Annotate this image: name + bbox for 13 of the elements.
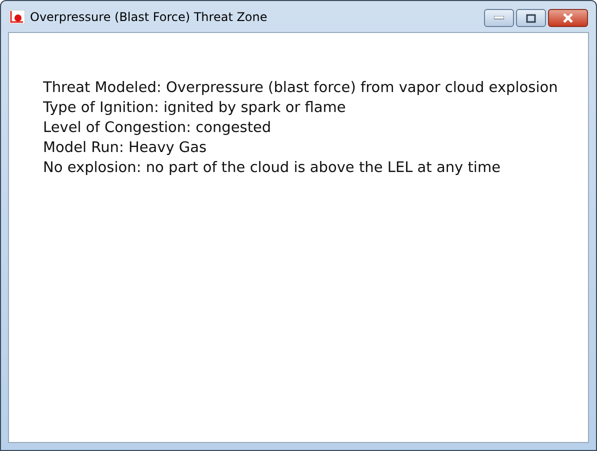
close-icon (562, 13, 574, 23)
close-button[interactable] (548, 9, 588, 27)
info-line: No explosion: no part of the cloud is above the LEL at any time (43, 159, 502, 178)
info-line: Model Run: Heavy Gas (43, 139, 208, 158)
minimize-icon (494, 16, 504, 20)
info-line: Type of Ignition: ignited by spark or flame (43, 99, 347, 118)
app-icon (9, 10, 25, 24)
window-title: Overpressure (Blast Force) Threat Zone (30, 10, 268, 24)
info-line: Level of Congestion: congested (43, 119, 272, 138)
info-line: Threat Modeled: Overpressure (blast force) from vapor cloud explosion (43, 79, 559, 98)
maximize-icon (526, 14, 536, 22)
minimize-button[interactable] (484, 9, 514, 27)
maximize-button[interactable] (516, 9, 546, 27)
